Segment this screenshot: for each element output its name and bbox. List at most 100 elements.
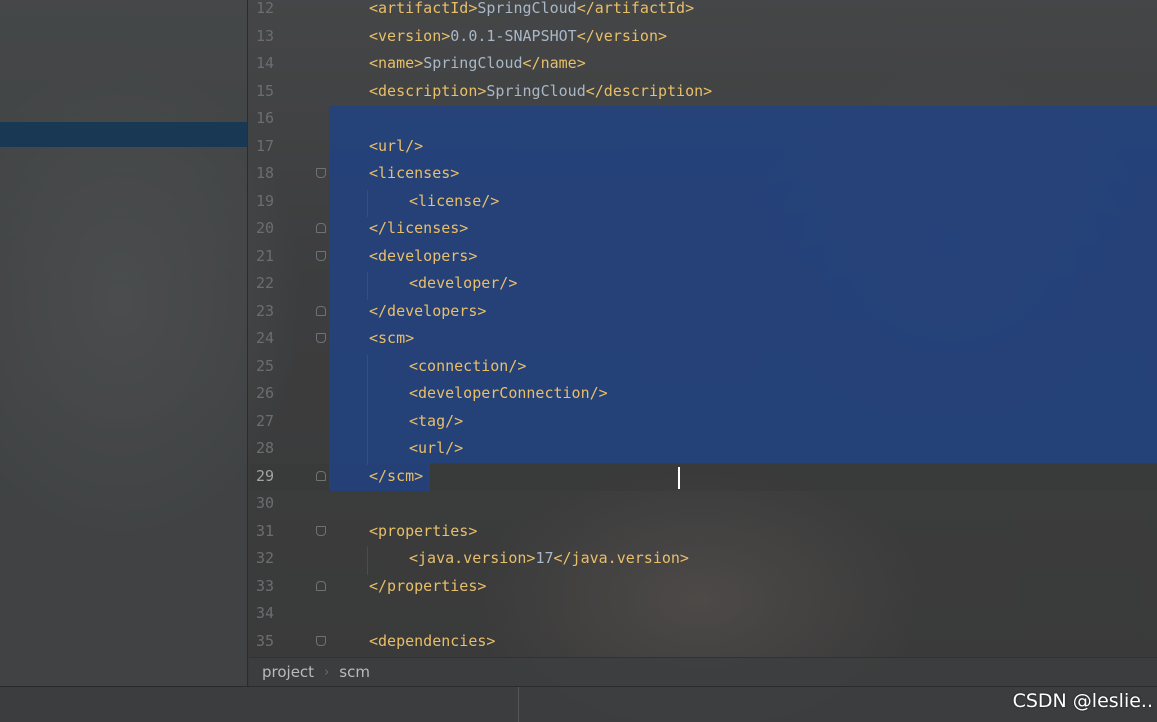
xml-tag: <java.version> bbox=[409, 549, 536, 567]
xml-tag: </licenses> bbox=[369, 219, 469, 237]
line-number: 17 bbox=[255, 136, 274, 155]
code-line[interactable]: 13 <version>0.0.1-SNAPSHOT</version> bbox=[249, 25, 1157, 53]
indent-guide bbox=[367, 547, 368, 575]
line-number: 12 bbox=[255, 0, 274, 17]
code-text: <properties> bbox=[369, 520, 477, 542]
code-line[interactable]: 14 <name>SpringCloud</name> bbox=[249, 52, 1157, 80]
indent-guide bbox=[367, 354, 368, 382]
indent-guide bbox=[367, 189, 368, 217]
xml-tag: </description> bbox=[585, 81, 713, 100]
breadcrumb: project › scm bbox=[249, 657, 1157, 686]
code-line[interactable]: 24 <scm> bbox=[249, 327, 1157, 355]
xml-tag: <developerConnection/> bbox=[409, 384, 608, 402]
code-text: <artifactId>SpringCloud</artifactId> bbox=[369, 0, 694, 19]
xml-tag: </name> bbox=[522, 54, 586, 72]
line-number: 35 bbox=[255, 631, 274, 650]
line-number: 34 bbox=[255, 604, 274, 622]
fold-collapse-icon[interactable] bbox=[316, 525, 326, 537]
code-text: <name>SpringCloud</name> bbox=[369, 52, 586, 74]
line-number: 30 bbox=[255, 494, 274, 512]
code-line[interactable]: 18 <licenses> bbox=[249, 162, 1157, 190]
code-line[interactable]: 23 </developers> bbox=[249, 300, 1157, 328]
fold-end-icon[interactable] bbox=[316, 223, 326, 234]
fold-end-icon[interactable] bbox=[316, 470, 326, 482]
project-tool-window[interactable] bbox=[0, 0, 248, 686]
code-line[interactable]: 25 <connection/> bbox=[249, 354, 1157, 382]
code-line[interactable]: 19 <license/> bbox=[249, 189, 1157, 217]
code-text: <developer/> bbox=[409, 272, 517, 294]
line-number: 26 bbox=[255, 384, 274, 402]
xml-tag: </java.version> bbox=[553, 549, 689, 567]
code-text: <url/> bbox=[409, 437, 463, 459]
code-line[interactable]: 15 <description>SpringCloud</description> bbox=[249, 80, 1157, 108]
fold-collapse-icon[interactable] bbox=[316, 333, 326, 344]
project-tree-selected-row[interactable] bbox=[0, 122, 248, 147]
xml-tag: <version> bbox=[369, 26, 451, 45]
breadcrumb-item-project[interactable]: project bbox=[262, 663, 314, 681]
line-number: 22 bbox=[255, 274, 274, 292]
line-number: 28 bbox=[255, 439, 274, 457]
code-text: </properties> bbox=[369, 575, 486, 597]
code-text: <version>0.0.1-SNAPSHOT</version> bbox=[369, 25, 667, 47]
fold-collapse-icon[interactable] bbox=[316, 168, 326, 179]
code-line[interactable]: 21 <developers> bbox=[249, 245, 1157, 273]
code-line[interactable]: 28 <url/> bbox=[249, 437, 1157, 465]
xml-text: SpringCloud bbox=[477, 0, 577, 17]
fold-end-icon[interactable] bbox=[316, 580, 326, 592]
line-number: 24 bbox=[255, 329, 274, 347]
code-text: </scm> bbox=[369, 465, 423, 487]
code-text: <dependencies> bbox=[369, 630, 495, 652]
line-number: 19 bbox=[255, 191, 274, 210]
code-line[interactable]: 29 </scm> bbox=[249, 465, 1157, 493]
line-number: 13 bbox=[255, 26, 274, 45]
code-text: <url/> bbox=[369, 135, 423, 157]
code-line[interactable]: 17 <url/> bbox=[249, 135, 1157, 163]
code-line[interactable]: 35 <dependencies> bbox=[249, 630, 1157, 658]
code-line[interactable]: 16 bbox=[249, 107, 1157, 135]
code-line[interactable]: 30 bbox=[249, 492, 1157, 520]
code-line[interactable]: 34 bbox=[249, 602, 1157, 630]
xml-tag: </developers> bbox=[369, 301, 487, 320]
code-line[interactable]: 12 <artifactId>SpringCloud</artifactId> bbox=[249, 0, 1157, 25]
code-line[interactable]: 26 <developerConnection/> bbox=[249, 382, 1157, 410]
xml-tag: <developers> bbox=[369, 246, 478, 265]
code-line[interactable]: 20 </licenses> bbox=[249, 217, 1157, 245]
line-number: 31 bbox=[255, 521, 274, 540]
indent-guide bbox=[367, 409, 368, 437]
xml-tag: <licenses> bbox=[369, 164, 460, 182]
xml-tag: </artifactId> bbox=[576, 0, 695, 17]
code-text: <connection/> bbox=[409, 355, 526, 377]
indent-guide bbox=[367, 382, 368, 410]
xml-tag: <url/> bbox=[409, 439, 464, 457]
line-number: 33 bbox=[255, 576, 274, 595]
xml-tag: <description> bbox=[369, 81, 487, 100]
indent-guide bbox=[367, 437, 368, 465]
xml-tag: <properties> bbox=[369, 521, 478, 540]
xml-text: SpringCloud bbox=[423, 54, 523, 72]
code-line[interactable]: 31 <properties> bbox=[249, 520, 1157, 548]
code-line[interactable]: 32 <java.version>17</java.version> bbox=[249, 547, 1157, 575]
xml-tag: <license/> bbox=[409, 191, 500, 210]
fold-collapse-icon[interactable] bbox=[316, 635, 326, 647]
line-number: 29 bbox=[255, 466, 274, 485]
fold-collapse-icon[interactable] bbox=[316, 250, 326, 262]
xml-text: 0.0.1-SNAPSHOT bbox=[450, 26, 577, 45]
breadcrumb-item-scm[interactable]: scm bbox=[339, 663, 370, 681]
code-line[interactable]: 33 </properties> bbox=[249, 575, 1157, 603]
fold-end-icon[interactable] bbox=[316, 305, 326, 317]
status-bar bbox=[0, 686, 1157, 722]
xml-tag: <dependencies> bbox=[369, 631, 496, 650]
code-text: <license/> bbox=[409, 190, 499, 212]
xml-tag: </version> bbox=[576, 26, 668, 45]
code-line[interactable]: 27 <tag/> bbox=[249, 409, 1157, 437]
xml-tag: </scm> bbox=[369, 466, 424, 485]
code-text: <scm> bbox=[369, 327, 414, 349]
xml-tag: <url/> bbox=[369, 136, 424, 155]
code-editor[interactable]: 12 <artifactId>SpringCloud</artifactId> 13… bbox=[249, 0, 1157, 657]
line-number: 23 bbox=[255, 301, 274, 320]
breadcrumb-separator-icon: › bbox=[324, 664, 330, 680]
code-line[interactable]: 22 <developer/> bbox=[249, 272, 1157, 300]
code-text: </licenses> bbox=[369, 217, 468, 239]
xml-tag: <artifactId> bbox=[369, 0, 478, 17]
line-number: 32 bbox=[255, 549, 274, 567]
